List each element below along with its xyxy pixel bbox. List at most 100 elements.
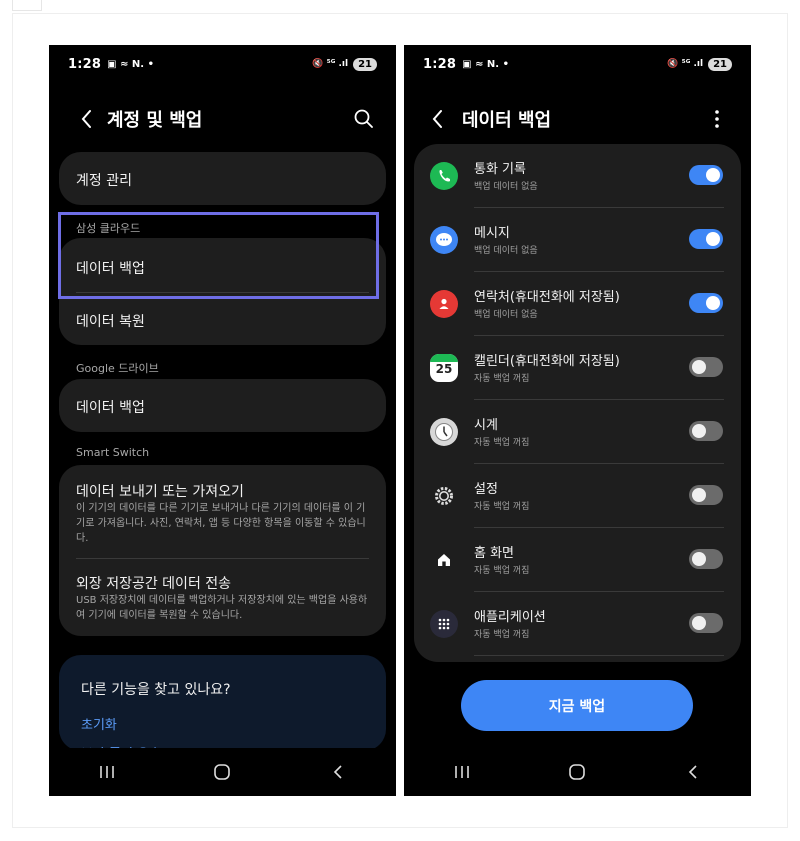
status-time: 1:28	[68, 56, 102, 72]
backup-row-status: 자동 백업 꺼짐	[474, 630, 530, 640]
status-bar: 1:28 ▣ ≈ N. • 🔇 ⁵ᴳ .ıl 21	[423, 55, 732, 73]
send-receive-item[interactable]: 데이터 보내기 또는 가져오기 이 기기의 데이터를 다른 기기로 보내거나 다…	[59, 465, 386, 557]
calendar-icon-header	[430, 354, 458, 362]
backup-row-status: 자동 백업 꺼짐	[474, 566, 530, 576]
backup-row-title: 홈 화면	[474, 546, 515, 561]
back-button[interactable]	[318, 757, 358, 787]
samsung-data-restore-item[interactable]: 데이터 복원	[59, 293, 386, 345]
account-management-label: 계정 관리	[76, 173, 132, 189]
reset-link[interactable]: 초기화	[81, 714, 117, 733]
calendar-icon: 25	[430, 354, 458, 382]
backup-row-status: 백업 데이터 없음	[474, 246, 538, 256]
backup-toggle[interactable]	[689, 293, 723, 313]
backup-row-title: 메시지	[474, 226, 510, 241]
backup-row[interactable]: 시계 자동 백업 꺼짐	[414, 400, 741, 464]
samsung-data-restore-label: 데이터 복원	[76, 314, 145, 330]
phone-icon	[430, 162, 458, 190]
backup-row-status: 자동 백업 꺼짐	[474, 438, 530, 448]
backup-toggle[interactable]	[689, 229, 723, 249]
backup-row[interactable]: 설정자동 백업 꺼짐	[414, 464, 741, 528]
backup-row-status: 백업 데이터 없음	[474, 310, 538, 320]
toggle-knob	[692, 552, 706, 566]
backup-toggle[interactable]	[689, 421, 723, 441]
backup-row[interactable]: 홈 화면자동 백업 꺼짐	[414, 528, 741, 592]
home-icon	[430, 546, 458, 574]
smart-switch-section-label: Smart Switch	[76, 446, 150, 459]
backup-toggle[interactable]	[689, 613, 723, 633]
contacts-icon	[430, 290, 458, 318]
backup-row-title: 연락처(휴대전화에 저장됨)	[474, 290, 620, 305]
phone-screen-data-backup: 1:28 ▣ ≈ N. • 🔇 ⁵ᴳ .ıl 21 데이터 백업 통화 기록백업…	[404, 45, 751, 796]
phone-screen-account-backup: 1:28 ▣ ≈ N. • 🔇 ⁵ᴳ .ıl 21 계정 및 백업 계정 관리 …	[49, 45, 396, 796]
calendar-icon-date: 25	[435, 362, 453, 376]
backup-now-button[interactable]: 지금 백업	[461, 680, 693, 731]
backup-toggle[interactable]	[689, 549, 723, 569]
navigation-bar	[404, 748, 751, 796]
home-nav-icon	[214, 764, 231, 780]
backup-row-status: 자동 백업 꺼짐	[474, 374, 530, 384]
smart-switch-card: 데이터 보내기 또는 가져오기 이 기기의 데이터를 다른 기기로 보내거나 다…	[59, 465, 386, 636]
toggle-knob	[706, 296, 720, 310]
toggle-knob	[692, 424, 706, 438]
recents-icon	[455, 766, 469, 778]
backup-row[interactable]: 연락처(휴대전화에 저장됨) 백업 데이터 없음	[414, 272, 741, 336]
external-storage-title: 외장 저장공간 데이터 전송	[76, 576, 232, 592]
send-receive-description: 이 기기의 데이터를 다른 기기로 보내거나 다른 기기의 데이터를 이 기기로…	[76, 503, 366, 544]
apps-icon	[430, 610, 458, 638]
highlight-box	[58, 212, 379, 299]
send-receive-title: 데이터 보내기 또는 가져오기	[76, 484, 244, 500]
divider	[474, 655, 724, 656]
status-left-icons: ▣ ≈ N. •	[462, 58, 509, 70]
toggle-knob	[692, 360, 706, 374]
back-button[interactable]	[673, 757, 713, 787]
account-management-item[interactable]: 계정 관리	[59, 152, 386, 205]
backup-toggle[interactable]	[689, 485, 723, 505]
search-icon[interactable]	[352, 107, 376, 131]
help-card: 다른 기능을 찾고 있나요? 초기화 보안 폴더 유효	[59, 655, 386, 762]
external-storage-description: USB 저장장치에 데이터를 백업하거나 저장장치에 있는 백업을 사용하여 기…	[76, 595, 368, 621]
back-nav-icon	[334, 765, 342, 779]
recents-button[interactable]	[442, 757, 482, 787]
app-bar: 계정 및 백업	[49, 97, 396, 141]
status-time: 1:28	[423, 56, 457, 72]
backup-row[interactable]: 통화 기록백업 데이터 없음	[414, 144, 741, 208]
home-button[interactable]	[557, 757, 597, 787]
home-button[interactable]	[202, 757, 242, 787]
external-storage-item[interactable]: 외장 저장공간 데이터 전송 USB 저장장치에 데이터를 백업하거나 저장장치…	[59, 559, 386, 636]
clock-icon	[430, 418, 458, 446]
backup-row[interactable]: 메시지백업 데이터 없음	[414, 208, 741, 272]
backup-toggle[interactable]	[689, 165, 723, 185]
google-data-backup-item[interactable]: 데이터 백업	[59, 379, 386, 432]
backup-row-title: 통화 기록	[474, 162, 526, 177]
top-decoration	[12, 0, 42, 11]
toggle-knob	[706, 168, 720, 182]
backup-row-title: 설정	[474, 482, 498, 497]
app-bar: 데이터 백업	[404, 97, 751, 141]
back-arrow-icon[interactable]	[428, 107, 448, 131]
status-left-icons: ▣ ≈ N. •	[107, 58, 154, 70]
recents-button[interactable]	[87, 757, 127, 787]
message-icon	[430, 226, 458, 254]
battery-indicator: 21	[353, 57, 377, 71]
google-data-backup-label: 데이터 백업	[76, 400, 145, 416]
page-title: 데이터 백업	[462, 110, 552, 131]
home-nav-icon	[569, 764, 586, 780]
backup-row-status: 자동 백업 꺼짐	[474, 502, 530, 512]
toggle-knob	[692, 488, 706, 502]
backup-row-title: 캘린더(휴대전화에 저장됨)	[474, 354, 620, 369]
recents-icon	[100, 766, 114, 778]
backup-toggle[interactable]	[689, 357, 723, 377]
backup-row[interactable]: 애플리케이션자동 백업 꺼짐	[414, 592, 741, 656]
more-options-icon[interactable]	[705, 107, 729, 131]
back-nav-icon	[689, 765, 697, 779]
backup-row-status: 백업 데이터 없음	[474, 182, 538, 192]
toggle-knob	[706, 232, 720, 246]
backup-items-list: 통화 기록 백업 데이터 없음 메시지 백업 데이터 없음 연락처(휴대전화에 저장됨)…	[414, 144, 741, 662]
help-title: 다른 기능을 찾고 있나요?	[81, 682, 231, 698]
battery-indicator: 21	[708, 57, 732, 71]
backup-row-title: 애플리케이션	[474, 610, 546, 625]
backup-row[interactable]: 25 캘린더(휴대전화에 저장됨) 자동 백업 꺼짐	[414, 336, 741, 400]
status-right-icons: 🔇 ⁵ᴳ .ıl 21	[312, 57, 377, 71]
status-signal-icons: 🔇 ⁵ᴳ .ıl	[667, 59, 704, 69]
back-arrow-icon[interactable]	[77, 107, 97, 131]
